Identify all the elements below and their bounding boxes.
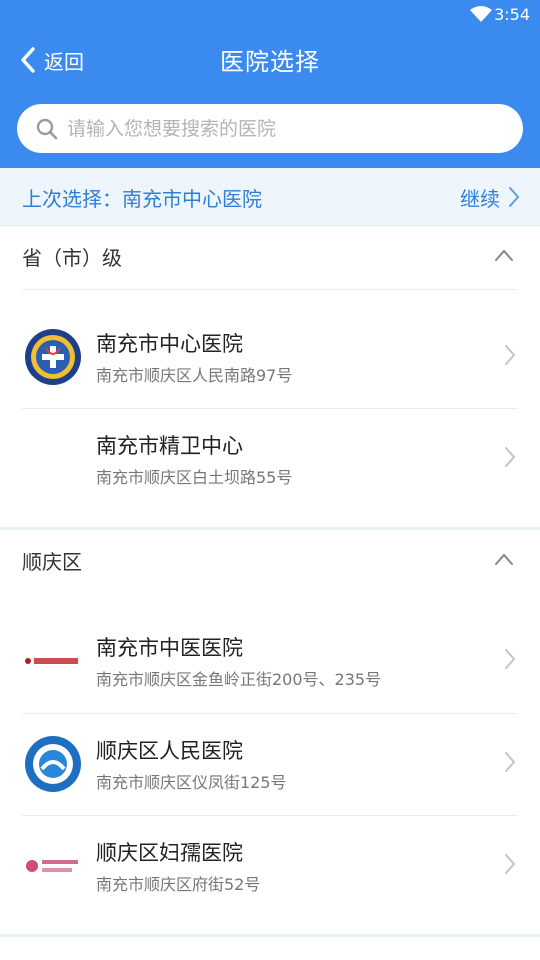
continue-label: 继续 <box>460 186 500 211</box>
wifi-icon <box>470 6 492 22</box>
section-separator <box>0 934 540 937</box>
maternal-child-hospital-logo <box>26 860 78 872</box>
hospital-address: 南充市顺庆区白土坝路55号 <box>96 468 293 487</box>
chevron-right-icon <box>505 345 516 365</box>
hospital-name: 南充市中心医院 <box>96 332 243 356</box>
nav-bar: 返回 医院选择 <box>0 30 540 90</box>
hospital-item-mental-health[interactable]: 南充市精卫中心 南充市顺庆区白土坝路55号 <box>0 408 540 510</box>
hospital-address: 南充市顺庆区仪凤街125号 <box>96 773 287 792</box>
hospital-address: 南充市顺庆区金鱼岭正街200号、235号 <box>96 670 382 689</box>
section-title: 省（市）级 <box>22 246 122 270</box>
app-header: 3:54 返回 医院选择 <box>0 0 540 168</box>
status-bar: 3:54 <box>0 0 540 30</box>
hospital-item-tcm[interactable]: 南充市中医医院 南充市顺庆区金鱼岭正街200号、235号 <box>0 610 540 712</box>
hospital-item-maternal-child[interactable]: 顺庆区妇孺医院 南充市顺庆区府街52号 <box>0 815 540 917</box>
hospital-name: 南充市精卫中心 <box>96 434 243 458</box>
search-icon <box>36 118 58 139</box>
hospital-address: 南充市顺庆区人民南路97号 <box>96 366 293 385</box>
search-box[interactable] <box>17 104 523 153</box>
central-hospital-logo <box>25 329 81 385</box>
hospital-item-nanchong-central[interactable]: 南充市中心医院 南充市顺庆区人民南路97号 <box>0 306 540 408</box>
chevron-right-icon <box>505 649 516 669</box>
hospital-name: 顺庆区人民医院 <box>96 739 243 763</box>
last-choice-label: 上次选择：南充市中心医院 <box>22 187 262 211</box>
chevron-right-icon <box>505 854 516 874</box>
chevron-right-icon <box>505 752 516 772</box>
last-choice-banner: 上次选择：南充市中心医院 继续 <box>0 168 540 226</box>
section-title: 顺庆区 <box>22 550 82 574</box>
page-title: 医院选择 <box>220 48 320 76</box>
shunqing-peoples-hospital-logo <box>25 736 81 792</box>
search-input[interactable] <box>67 117 487 140</box>
hospital-name: 南充市中医医院 <box>96 636 243 660</box>
chevron-up-icon[interactable] <box>494 248 514 262</box>
hospital-item-shunqing-peoples[interactable]: 顺庆区人民医院 南充市顺庆区仪凤街125号 <box>0 713 540 815</box>
divider <box>22 289 518 290</box>
chevron-right-icon <box>509 187 520 207</box>
hospital-address: 南充市顺庆区府街52号 <box>96 875 261 894</box>
section-header-shunqing[interactable]: 顺庆区 <box>0 530 540 592</box>
chevron-up-icon[interactable] <box>494 552 514 566</box>
chevron-right-icon <box>505 447 516 467</box>
status-time: 3:54 <box>494 5 530 24</box>
section-header-provincial[interactable]: 省（市）级 <box>0 226 540 288</box>
continue-button[interactable]: 继续 <box>460 181 520 213</box>
hospital-name: 顺庆区妇孺医院 <box>96 841 243 865</box>
tcm-hospital-logo <box>25 658 78 664</box>
